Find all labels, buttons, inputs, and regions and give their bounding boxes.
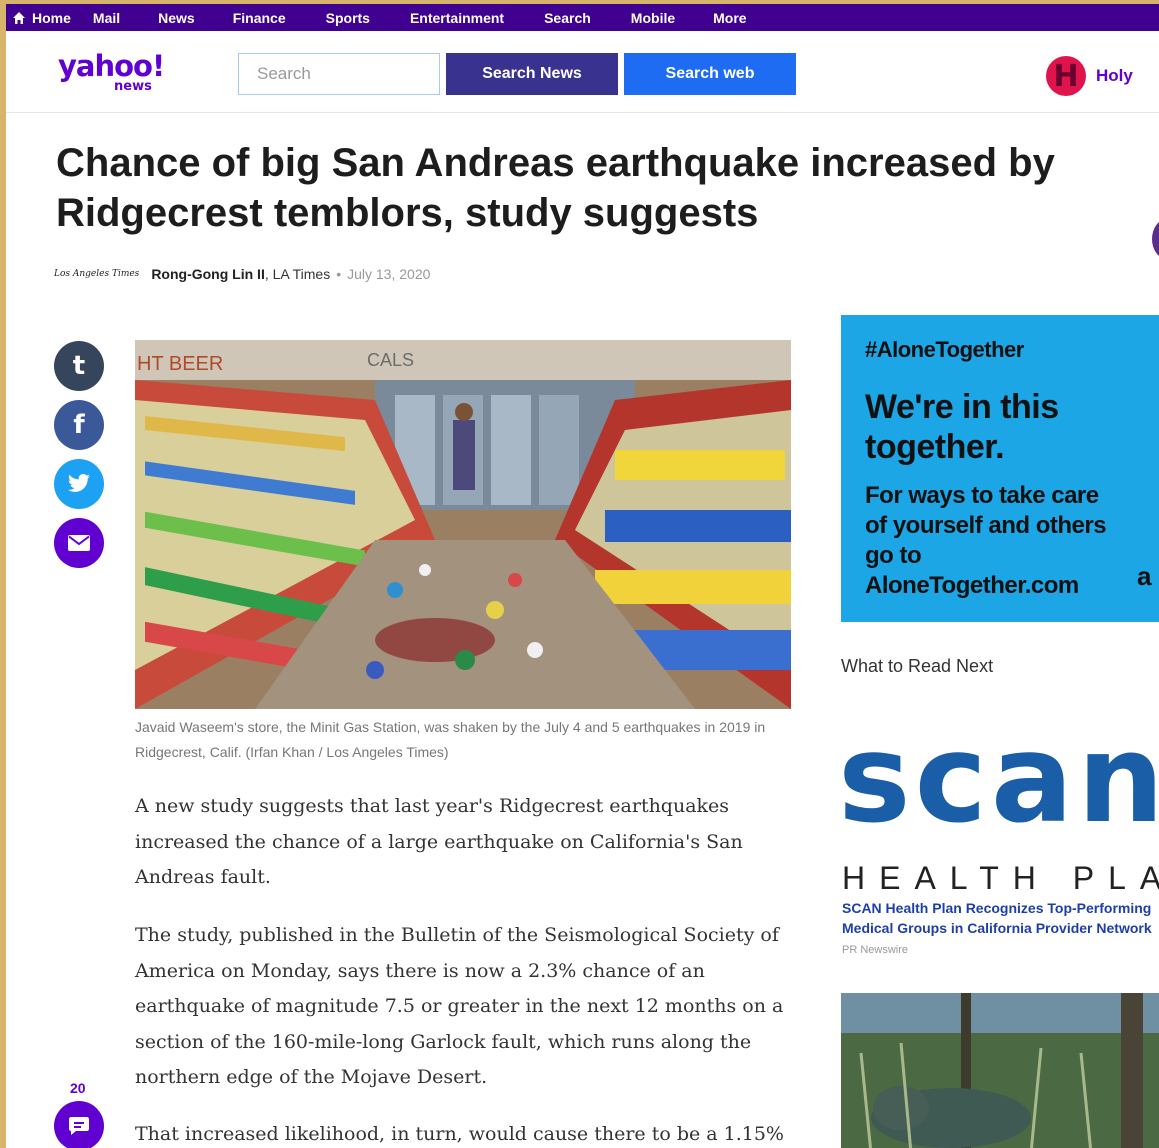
nav-mobile-label: Mobile <box>630 9 676 26</box>
avatar-initial: H <box>1053 58 1079 94</box>
nav-entertainment[interactable]: Entertainment <box>410 4 504 31</box>
sign-beer: HT BEER <box>137 353 223 375</box>
share-tumblr-button[interactable]: t <box>54 341 104 391</box>
search-input[interactable] <box>238 53 440 95</box>
header: yahoo! news Search News Search web H Hol… <box>6 31 1159 113</box>
top-nav: Home Mail News Finance Sports Entertainm… <box>6 4 1159 31</box>
article-paragraph: A new study suggests that last year's Ri… <box>135 795 743 888</box>
article-paragraph: That increased likelihood, in turn, woul… <box>135 1123 784 1145</box>
ad-headline: We're in this together. <box>865 388 1059 466</box>
scan-logo-subtitle: HEALTH PLAN <box>842 860 1159 896</box>
read-next-source: PR Newswire <box>842 944 909 956</box>
nav-finance[interactable]: Finance <box>233 4 286 31</box>
publish-date: July 13, 2020 <box>347 266 431 282</box>
author-name: Rong-Gong Lin II <box>151 266 265 282</box>
nav-more[interactable]: More <box>713 4 746 31</box>
byline-separator: • <box>336 266 342 282</box>
tumblr-icon: t <box>72 351 86 381</box>
nav-home[interactable]: Home <box>12 4 71 31</box>
ad-brand-mark: a <box>1137 561 1152 591</box>
nav-news-label: News <box>158 9 195 26</box>
nav-home-label: Home <box>32 9 71 26</box>
page: Home Mail News Finance Sports Entertainm… <box>6 4 1159 1148</box>
scan-logo[interactable]: scan <box>838 709 1159 849</box>
logo-sub: news <box>114 79 152 94</box>
nav-mail-label: Mail <box>92 9 121 26</box>
twitter-icon <box>68 474 90 492</box>
comment-count: 20 <box>70 1080 86 1096</box>
article-headline: Chance of big San Andreas earthquake inc… <box>56 141 1055 235</box>
nav-mobile[interactable]: Mobile <box>631 4 675 31</box>
ad-body: For ways to take care of yourself and ot… <box>865 482 1107 599</box>
share-email-button[interactable] <box>54 518 104 568</box>
nav-entertainment-label: Entertainment <box>409 9 505 26</box>
article-paragraph: The study, published in the Bulletin of … <box>135 924 784 1088</box>
ad-hashtag: #AloneTogether <box>865 337 1024 362</box>
nav-news[interactable]: News <box>158 4 195 31</box>
search-news-button[interactable]: Search News <box>446 53 618 95</box>
user-name: Holy <box>1096 66 1133 85</box>
sign-cals: CALS <box>367 350 414 370</box>
share-twitter-button[interactable] <box>54 459 104 509</box>
nav-search-label: Search <box>544 9 591 26</box>
search-web-button[interactable]: Search web <box>624 53 796 95</box>
photo-caption: Javaid Waseem's store, the Minit Gas Sta… <box>135 719 766 760</box>
facebook-icon: f <box>73 410 85 440</box>
nav-finance-label: Finance <box>232 9 286 26</box>
nav-mail[interactable]: Mail <box>93 4 120 31</box>
yahoo-news-logo[interactable]: yahoo! news <box>58 51 178 101</box>
home-icon <box>13 11 25 24</box>
avatar: H <box>1046 56 1086 96</box>
comments-button[interactable] <box>54 1101 104 1148</box>
share-facebook-button[interactable]: f <box>54 400 104 450</box>
logo-main: yahoo! <box>58 49 165 83</box>
alone-together-ad[interactable]: #AloneTogether We're in this together. F… <box>841 315 1159 622</box>
mail-icon <box>68 535 90 551</box>
source-name: , LA Times <box>264 266 331 282</box>
nav-search[interactable]: Search <box>544 4 591 31</box>
tiger-story-thumbnail[interactable] <box>841 993 1159 1148</box>
nav-sports-label: Sports <box>325 9 370 26</box>
store-photo-illustration: HT BEER CALS <box>135 340 791 709</box>
article-photo[interactable]: HT BEER CALS <box>135 340 791 709</box>
nav-more-label: More <box>713 9 747 26</box>
byline: Los Angeles Times Rong-Gong Lin II , LA … <box>54 266 430 282</box>
read-next-heading: What to Read Next <box>841 656 994 676</box>
comment-icon <box>69 1117 89 1135</box>
publisher-logo[interactable]: Los Angeles Times <box>54 269 139 279</box>
nav-sports[interactable]: Sports <box>326 4 370 31</box>
tiger-image <box>841 993 1159 1148</box>
read-next-headline-link[interactable]: SCAN Health Plan Recognizes Top-Performi… <box>842 898 1159 938</box>
user-menu[interactable]: H Holy <box>1046 56 1133 96</box>
